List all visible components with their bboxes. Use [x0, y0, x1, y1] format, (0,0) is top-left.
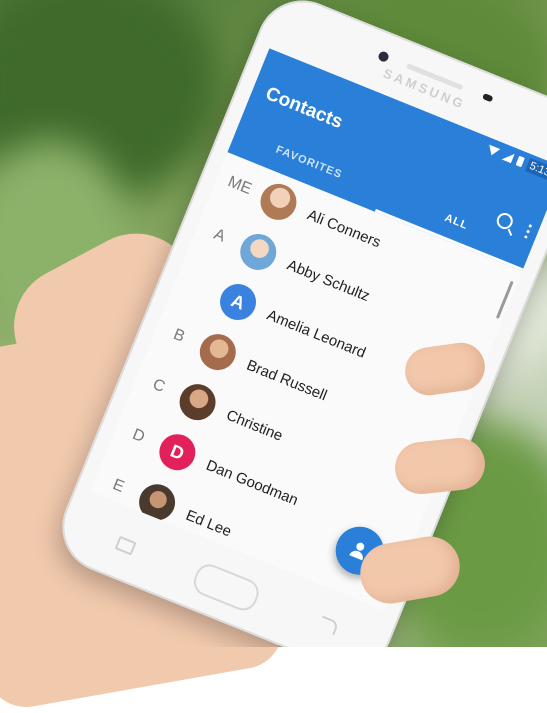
section-letter: D — [130, 425, 148, 447]
status-bar: 5:13 — [485, 142, 547, 182]
section-letter: E — [110, 476, 127, 496]
contact-name: Ed Lee — [183, 506, 235, 540]
section-letter: B — [170, 326, 188, 346]
home-button[interactable] — [189, 560, 263, 615]
back-icon[interactable] — [317, 615, 340, 636]
wifi-icon — [485, 144, 501, 157]
section-letter: A — [211, 225, 228, 246]
proximity-sensor — [481, 93, 494, 103]
front-camera — [377, 50, 391, 64]
contact-name: Ali Conners — [304, 205, 384, 251]
contact-name: Christine — [224, 406, 286, 445]
section-letter: C — [150, 375, 168, 397]
section-letter: ME — [225, 173, 255, 199]
phone-screen: 5:13 Contacts FAVORITES ALL ME Ali Conne… — [90, 48, 547, 611]
battery-icon — [515, 155, 525, 168]
signal-icon — [501, 149, 515, 163]
avatar: A — [214, 278, 262, 326]
section-letter — [177, 277, 222, 295]
status-time: 5:13 — [524, 157, 547, 182]
phone-device: SAMSUNG 5:13 Contacts FAVORITES ALL ME A… — [48, 0, 547, 647]
phone-area: SAMSUNG 5:13 Contacts FAVORITES ALL ME A… — [0, 0, 547, 647]
recent-apps-icon[interactable] — [114, 535, 137, 556]
